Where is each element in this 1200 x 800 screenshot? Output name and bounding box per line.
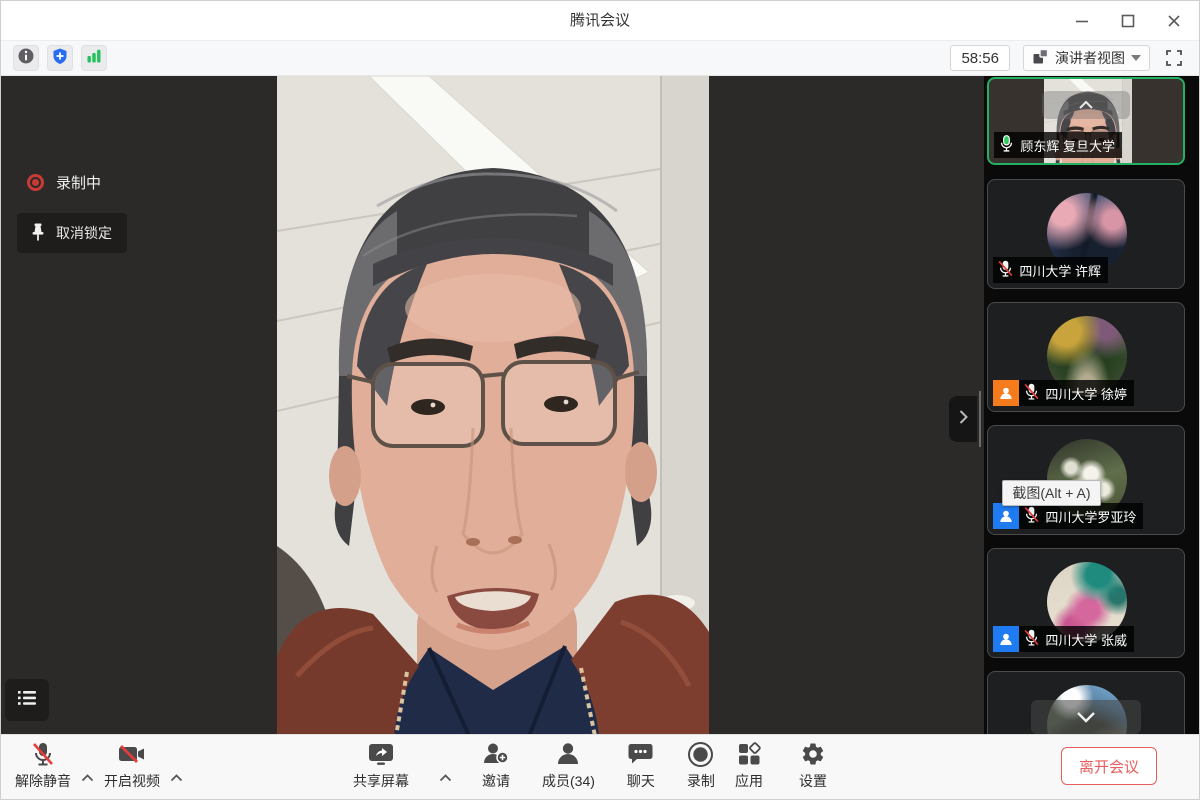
invite-button[interactable]: 邀请 — [478, 733, 514, 799]
fullscreen-icon[interactable] — [1163, 47, 1185, 69]
titlebar[interactable]: 腾讯会议 — [1, 1, 1199, 41]
participant-name: 四川大学 许辉 — [1019, 261, 1101, 280]
members-icon — [555, 740, 581, 768]
apps-button[interactable]: 应用 — [731, 733, 767, 799]
participant-tile[interactable]: 四川大学 徐婷 — [987, 302, 1185, 412]
recording-dot-icon — [27, 174, 44, 191]
main-stage: 录制中 取消锁定 — [1, 76, 984, 736]
settings-button[interactable]: 设置 — [795, 733, 831, 799]
scroll-up-button[interactable] — [1042, 91, 1130, 119]
signal-bars-icon — [85, 47, 103, 70]
camera-off-icon — [117, 740, 147, 768]
share-screen-button[interactable]: 共享屏幕 — [349, 733, 413, 799]
participant-tile[interactable] — [987, 671, 1185, 736]
mic-on-icon — [998, 134, 1015, 156]
network-quality-button[interactable] — [81, 45, 107, 71]
members-button[interactable]: 成员(34) — [538, 733, 599, 799]
leave-meeting-button[interactable]: 离开会议 — [1061, 747, 1157, 785]
view-mode-label: 演讲者视图 — [1055, 48, 1125, 68]
shield-plus-icon — [51, 47, 69, 70]
profile-badge-icon — [993, 626, 1019, 652]
chat-button[interactable]: 聊天 — [623, 733, 659, 799]
participant-tile[interactable]: 四川大学 张威 — [987, 548, 1185, 658]
unmute-button[interactable]: 解除静音 — [11, 733, 75, 799]
participant-name: 四川大学 徐婷 — [1045, 384, 1127, 403]
layout-list-button[interactable] — [5, 679, 49, 721]
mic-muted-icon — [1023, 628, 1040, 650]
profile-badge-icon — [993, 503, 1019, 529]
view-mode-select[interactable]: 演讲者视图 — [1023, 45, 1150, 71]
sidebar-collapse-button[interactable] — [949, 396, 977, 442]
mic-muted-icon — [1023, 505, 1040, 527]
layout-view-icon — [1032, 48, 1049, 68]
mic-muted-icon — [1023, 382, 1040, 404]
participant-tile[interactable]: 截图(Alt + A) — [987, 425, 1185, 535]
participant-tile-active[interactable]: 顾东辉 复旦大学 — [987, 77, 1185, 165]
record-circle-icon — [687, 740, 714, 768]
chevron-down-icon — [1131, 55, 1141, 61]
share-screen-icon — [366, 740, 396, 768]
list-icon — [16, 688, 38, 713]
participant-tile[interactable]: 四川大学 许辉 — [987, 179, 1185, 289]
meeting-info-button[interactable] — [13, 45, 39, 71]
participant-name: 四川大学 张威 — [1045, 630, 1127, 649]
participants-sidebar: 顾东辉 复旦大学 — [984, 76, 1199, 736]
mic-options-caret[interactable] — [79, 769, 96, 799]
control-bar: 解除静音 开启视频 — [1, 734, 1199, 799]
unpin-button[interactable]: 取消锁定 — [17, 213, 127, 253]
invite-person-icon — [482, 740, 510, 768]
security-button[interactable] — [47, 45, 73, 71]
recording-label: 录制中 — [56, 172, 101, 193]
pin-icon — [30, 223, 46, 244]
record-button[interactable]: 录制 — [683, 733, 719, 799]
close-icon[interactable] — [1163, 10, 1185, 32]
scroll-down-button[interactable] — [1031, 700, 1141, 734]
meeting-window: 腾讯会议 — [0, 0, 1200, 800]
mic-muted-icon — [997, 259, 1014, 281]
participant-name: 顾东辉 复旦大学 — [1020, 136, 1115, 155]
participant-name: 四川大学罗亚玲 — [1045, 507, 1136, 526]
window-title: 腾讯会议 — [1, 1, 1199, 41]
meeting-timer: 58:56 — [950, 45, 1010, 71]
screenshot-tooltip: 截图(Alt + A) — [1002, 480, 1100, 506]
minimize-icon[interactable] — [1071, 10, 1093, 32]
apps-grid-icon — [736, 740, 762, 768]
profile-badge-icon — [993, 380, 1019, 406]
speaker-video[interactable] — [277, 76, 709, 736]
info-icon — [17, 47, 35, 70]
maximize-icon[interactable] — [1117, 10, 1139, 32]
camera-options-caret[interactable] — [168, 769, 185, 799]
gear-icon — [800, 740, 826, 768]
start-video-button[interactable]: 开启视频 — [100, 733, 164, 799]
chat-bubble-icon — [627, 740, 654, 768]
share-options-caret[interactable] — [437, 769, 454, 799]
mic-muted-icon — [30, 740, 56, 768]
meeting-toolbar: 58:56 演讲者视图 — [1, 41, 1199, 76]
unpin-label: 取消锁定 — [56, 223, 112, 243]
recording-indicator: 录制中 — [27, 172, 101, 193]
chevron-right-icon — [957, 409, 969, 430]
